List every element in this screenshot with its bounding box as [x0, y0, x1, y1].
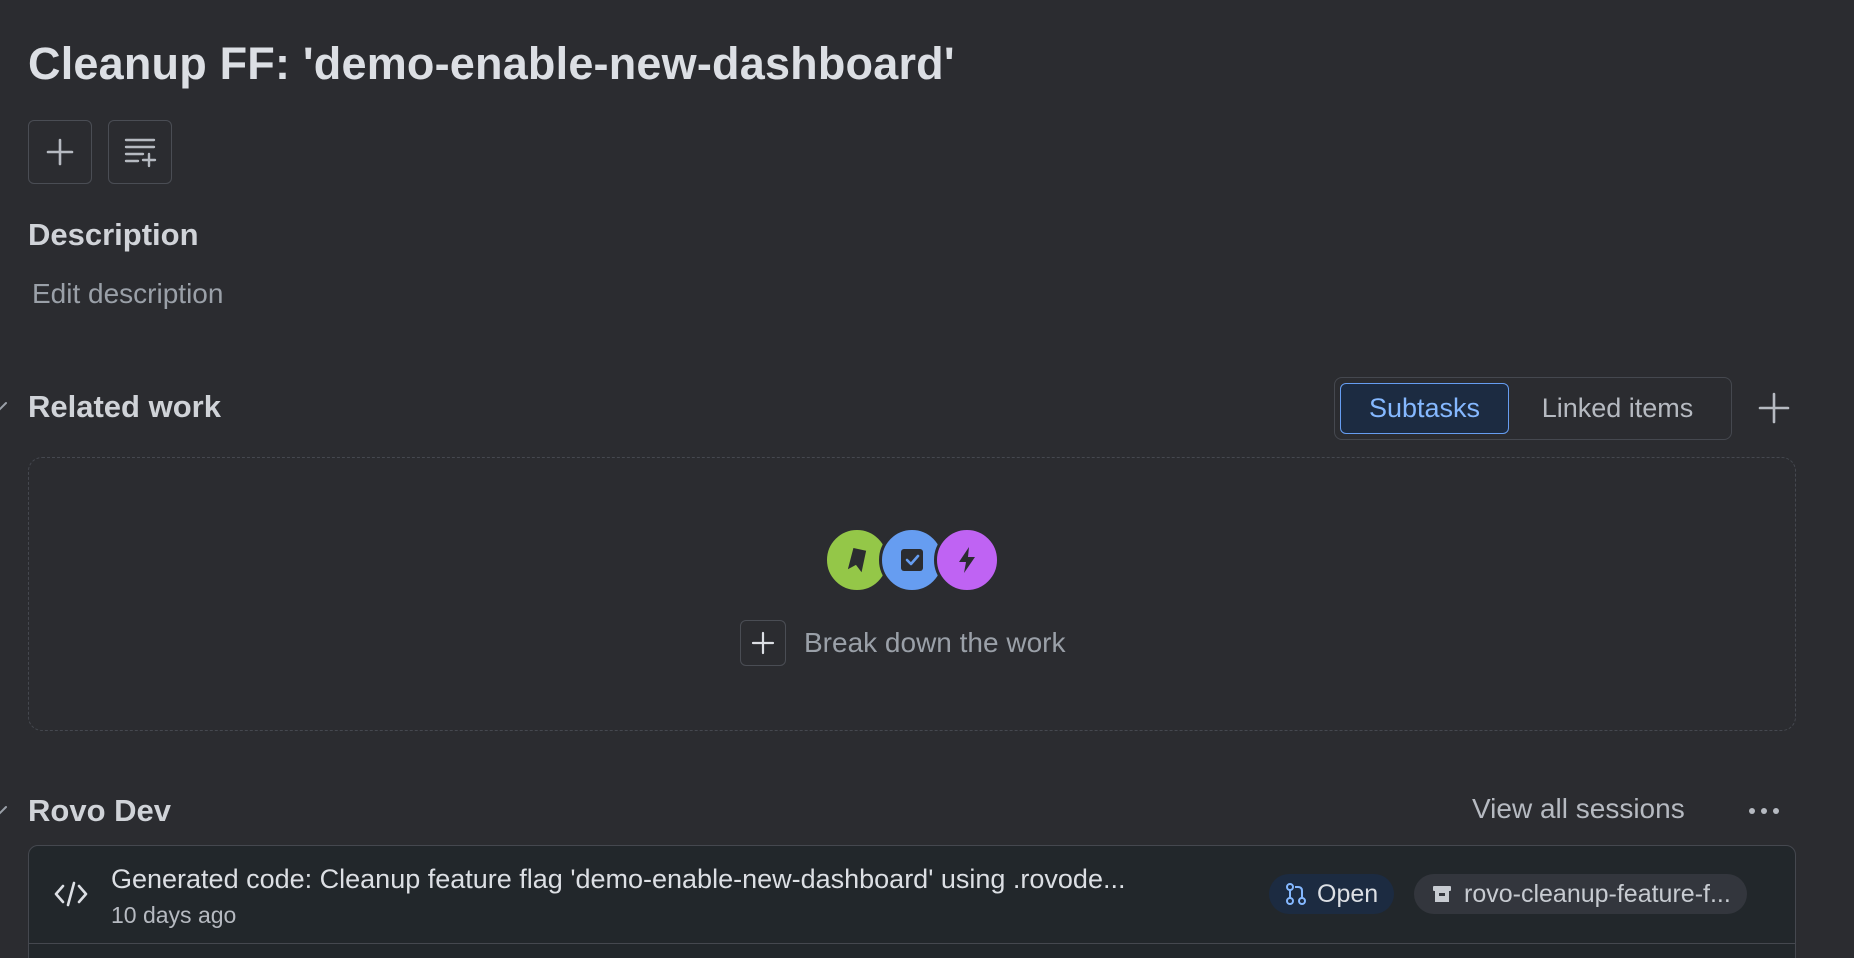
branch-icon	[1433, 886, 1451, 902]
session-row[interactable]: Generated code: Cleanup feature flag 'de…	[29, 846, 1795, 944]
branch-badge[interactable]: rovo-cleanup-feature-f...	[1414, 874, 1747, 914]
issue-type-icons	[824, 527, 1002, 593]
view-all-sessions-link[interactable]: View all sessions	[1472, 793, 1685, 825]
issue-view: Cleanup FF: 'demo-enable-new-dashboard' …	[0, 0, 1854, 958]
epic-icon	[934, 527, 1000, 593]
pull-request-status-badge[interactable]: Open	[1269, 874, 1395, 914]
rovo-dev-heading: Rovo Dev	[28, 793, 171, 828]
description-heading: Description	[28, 217, 199, 252]
code-icon	[54, 881, 88, 907]
break-down-button[interactable]: Break down the work	[740, 619, 1065, 667]
create-subtasks-button[interactable]	[108, 120, 172, 184]
related-work-empty-state	[28, 457, 1796, 731]
list-add-icon	[124, 138, 157, 168]
session-timestamp: 10 days ago	[111, 902, 237, 928]
pull-request-icon	[1286, 883, 1306, 905]
branch-name: rovo-cleanup-feature-f...	[1464, 879, 1731, 908]
related-work-tabs: Subtasks Linked items	[1334, 377, 1732, 440]
related-work-heading: Related work	[28, 389, 221, 424]
tab-subtasks[interactable]: Subtasks	[1340, 383, 1509, 434]
rovo-dev-sessions: Generated code: Cleanup feature flag 'de…	[28, 845, 1796, 958]
tab-linked-items[interactable]: Linked items	[1509, 383, 1726, 434]
issue-title[interactable]: Cleanup FF: 'demo-enable-new-dashboard'	[28, 38, 955, 90]
chevron-down-icon[interactable]	[0, 401, 8, 413]
break-down-label: Break down the work	[804, 627, 1066, 658]
session-title[interactable]: Generated code: Cleanup feature flag 'de…	[111, 864, 1125, 895]
status-label: Open	[1317, 879, 1379, 908]
add-related-work-icon[interactable]	[1756, 390, 1792, 426]
plus-icon	[740, 620, 786, 666]
plus-icon	[46, 138, 74, 166]
add-button[interactable]	[28, 120, 92, 184]
chevron-down-icon[interactable]	[0, 805, 8, 817]
more-options-icon[interactable]	[1744, 796, 1784, 826]
description-editor[interactable]: Edit description	[32, 278, 223, 310]
